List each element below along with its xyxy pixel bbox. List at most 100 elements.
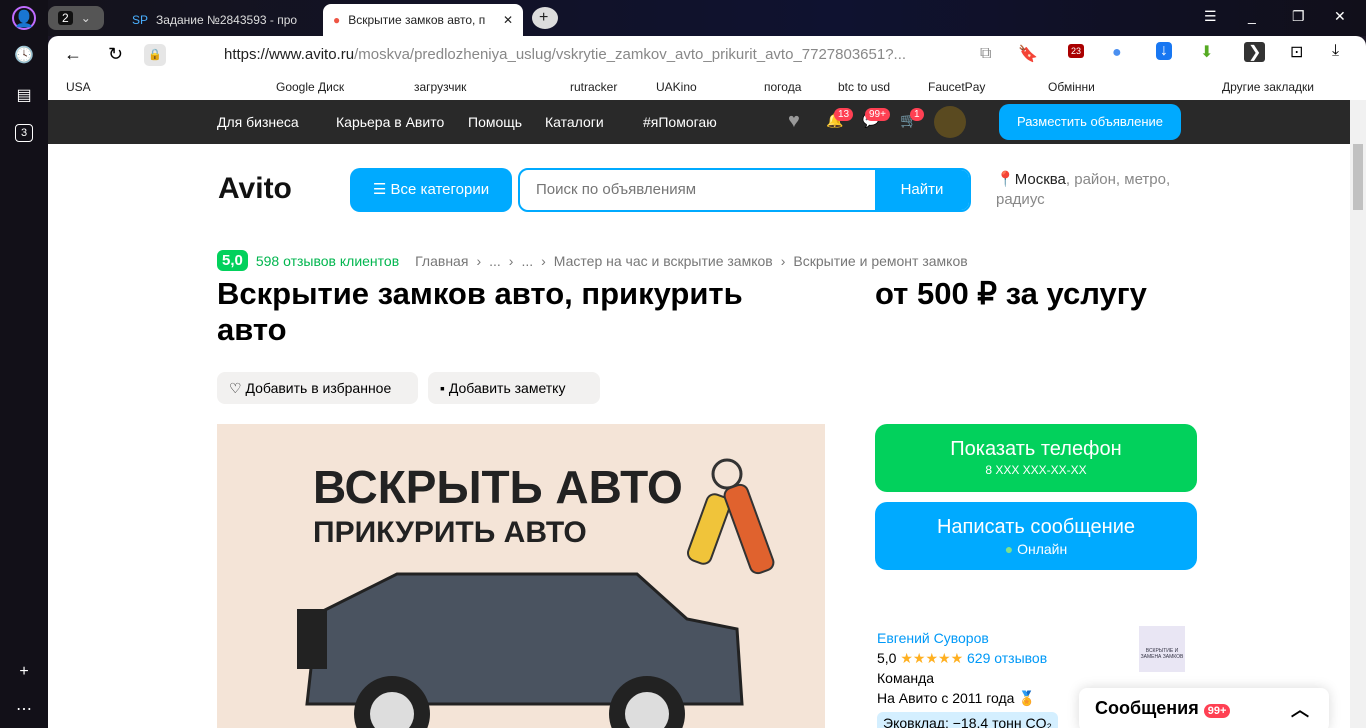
bookmark-google-drive[interactable]: Google Диск bbox=[276, 80, 344, 94]
breadcrumb-item[interactable]: Вскрытие и ремонт замков bbox=[793, 253, 967, 269]
avito-top-nav: Для бизнеса Карьера в Авито Помощь Катал… bbox=[48, 100, 1350, 144]
bookmark-exchange[interactable]: Обмінни bbox=[1048, 80, 1103, 94]
tabs-counter-icon[interactable]: 3 bbox=[15, 124, 33, 142]
other-bookmarks[interactable]: Другие закладки bbox=[1222, 80, 1314, 94]
chevron-down-icon: ⌄ bbox=[80, 11, 91, 25]
listing-price: от 500 ₽ за услугу bbox=[875, 276, 1147, 311]
all-categories-button[interactable]: ☰ Все категории bbox=[350, 168, 512, 212]
rating-badge: 5,0 bbox=[217, 250, 248, 271]
breadcrumb-item[interactable]: ... bbox=[521, 253, 533, 269]
savefrom-icon[interactable]: ⬇ bbox=[1200, 42, 1213, 62]
reload-icon[interactable]: ↻ bbox=[108, 44, 123, 65]
messenger-widget[interactable]: Сообщения 99+ ︿ bbox=[1079, 688, 1329, 728]
show-phone-button[interactable]: Показать телефон 8 XXX XXX-XX-XX bbox=[875, 424, 1197, 492]
bookmark-usa[interactable]: USA bbox=[66, 80, 91, 94]
collections-icon[interactable]: ▤ bbox=[12, 84, 36, 108]
listing-title: Вскрытие замков авто, прикурить авто bbox=[217, 276, 743, 347]
address-bar: ← ↻ 🔒 https://www.avito.ru/moskva/predlo… bbox=[48, 36, 1366, 72]
bookmark-loader[interactable]: загрузчик bbox=[414, 80, 466, 94]
copy-icon[interactable]: ⧉ bbox=[980, 45, 991, 63]
all-categories-label: Все категории bbox=[390, 181, 490, 198]
bookmark-rutracker[interactable]: rutracker bbox=[570, 80, 617, 94]
extension-icon[interactable]: ❯ bbox=[1244, 42, 1266, 62]
extension-icon[interactable]: ⊡ bbox=[1290, 42, 1303, 62]
extension-badge[interactable]: 23 bbox=[1068, 44, 1085, 58]
seller-logo[interactable]: ВСКРЫТИЕ И ЗАМЕНА ЗАМКОВ bbox=[1139, 626, 1185, 672]
nav-help-hashtag[interactable]: #яПомогаю bbox=[643, 114, 717, 130]
avatar[interactable] bbox=[934, 106, 966, 138]
star-rating-icon: ★★★★★ bbox=[900, 650, 964, 666]
medal-icon: 🏅 bbox=[1018, 690, 1036, 706]
nav-business[interactable]: Для бизнеса bbox=[217, 114, 299, 130]
history-icon[interactable]: 🕓 bbox=[12, 44, 36, 68]
avito-logo[interactable]: Avito bbox=[218, 172, 292, 206]
back-icon[interactable]: ← bbox=[64, 44, 82, 65]
profile-icon[interactable]: 👤 bbox=[12, 6, 36, 30]
add-icon[interactable]: + bbox=[12, 660, 36, 684]
add-favorite-button[interactable]: ♡ Добавить в избранное bbox=[217, 372, 418, 404]
add-favorite-label: Добавить в избранное bbox=[245, 380, 392, 396]
new-tab-button[interactable]: + bbox=[532, 7, 558, 29]
write-message-button[interactable]: Написать сообщение ● Онлайн bbox=[875, 502, 1197, 570]
avito-favicon-icon: ● bbox=[333, 13, 341, 27]
minimize-icon[interactable]: _ bbox=[1248, 8, 1256, 24]
bookmark-uakino[interactable]: UAKino bbox=[656, 80, 697, 94]
messenger-label: Сообщения bbox=[1095, 698, 1199, 718]
reviews-link[interactable]: 598 отзывов клиентов bbox=[256, 253, 399, 269]
close-icon[interactable]: ✕ bbox=[503, 13, 513, 27]
tab-avito[interactable]: ● Вскрытие замков авто, п ✕ bbox=[323, 4, 523, 36]
chevron-up-icon[interactable]: ︿ bbox=[1291, 696, 1309, 722]
download-ext-icon[interactable]: ↓ bbox=[1156, 42, 1172, 60]
bookmark-faucetpay[interactable]: FaucetPay bbox=[928, 80, 985, 94]
location-selector[interactable]: 📍Москва, район, метро, радиус bbox=[996, 170, 1186, 210]
browser-sidebar: 👤 🕓 ▤ 3 + ⋯ bbox=[0, 0, 48, 728]
breadcrumb-item[interactable]: Мастер на час и вскрытие замков bbox=[554, 253, 773, 269]
bookmarks-bar: USA Google Диск загрузчик rutracker UAKi… bbox=[48, 72, 1366, 100]
breadcrumb-item[interactable]: Главная bbox=[415, 253, 468, 269]
sp-icon: SP bbox=[132, 13, 149, 27]
cart-badge: 1 bbox=[910, 108, 924, 121]
menu-icon[interactable]: ☰ bbox=[1204, 8, 1217, 25]
extension-icon[interactable]: ● bbox=[1112, 44, 1122, 62]
notifications-badge: 13 bbox=[834, 108, 854, 121]
tab-bar: 2 ⌄ SP Задание №2843593 - про ● Вскрытие за… bbox=[48, 0, 1366, 36]
scrollbar[interactable] bbox=[1350, 100, 1366, 728]
online-status: Онлайн bbox=[1017, 541, 1068, 557]
search-box: Найти bbox=[518, 168, 971, 212]
lock-icon[interactable]: 🔒 bbox=[144, 44, 166, 66]
nav-catalogs[interactable]: Каталоги bbox=[545, 114, 604, 130]
favorites-icon[interactable]: ♥ bbox=[788, 110, 800, 133]
listing-photo[interactable]: ВСКРЫТЬ АВТО ПРИКУРИТЬ АВТО bbox=[217, 424, 825, 728]
seller-name-link[interactable]: Евгений Суворов bbox=[877, 628, 1058, 648]
downloads-icon[interactable]: ⤓ bbox=[1332, 42, 1339, 60]
nav-help[interactable]: Помощь bbox=[468, 114, 522, 130]
bookmark-weather[interactable]: погода bbox=[764, 80, 801, 94]
post-ad-button[interactable]: Разместить объявление bbox=[999, 104, 1181, 140]
phone-mask: 8 XXX XXX-XX-XX bbox=[985, 463, 1087, 477]
breadcrumb-item[interactable]: ... bbox=[489, 253, 501, 269]
restore-icon[interactable]: ❐ bbox=[1292, 8, 1305, 25]
seller-rating: 5,0 bbox=[877, 650, 897, 666]
bookmark-btc[interactable]: btc to usd bbox=[838, 80, 890, 94]
url-field[interactable]: https://www.avito.ru/moskva/predlozheniy… bbox=[224, 46, 906, 63]
location-city: Москва bbox=[1014, 171, 1066, 188]
eco-badge[interactable]: Эковклад: −18,4 тонн CO₂ bbox=[877, 712, 1058, 728]
close-window-icon[interactable]: ✕ bbox=[1334, 8, 1346, 25]
search-input[interactable] bbox=[536, 181, 856, 198]
avito-page: Для бизнеса Карьера в Авито Помощь Катал… bbox=[48, 100, 1350, 728]
bookmark-icon[interactable]: 🔖 bbox=[1018, 44, 1038, 64]
scrollbar-thumb[interactable] bbox=[1353, 144, 1363, 210]
tab-task[interactable]: SP Задание №2843593 - про bbox=[122, 4, 322, 36]
messenger-badge: 99+ bbox=[1203, 704, 1231, 718]
more-icon[interactable]: ⋯ bbox=[12, 698, 36, 722]
seller-reviews-link[interactable]: 629 отзывов bbox=[967, 650, 1047, 666]
add-note-label: Добавить заметку bbox=[448, 380, 566, 396]
search-button[interactable]: Найти bbox=[875, 170, 969, 210]
add-note-button[interactable]: ▪ Добавить заметку bbox=[428, 372, 600, 404]
seller-info: Евгений Суворов 5,0 ★★★★★ 629 отзывов Ко… bbox=[877, 628, 1058, 728]
seller-type: Команда bbox=[877, 670, 935, 686]
tab-title: Задание №2843593 - про bbox=[156, 13, 298, 27]
tab-title: Вскрытие замков авто, п bbox=[348, 13, 486, 27]
tab-group-button[interactable]: 2 ⌄ bbox=[48, 6, 104, 30]
nav-career[interactable]: Карьера в Авито bbox=[336, 114, 444, 130]
